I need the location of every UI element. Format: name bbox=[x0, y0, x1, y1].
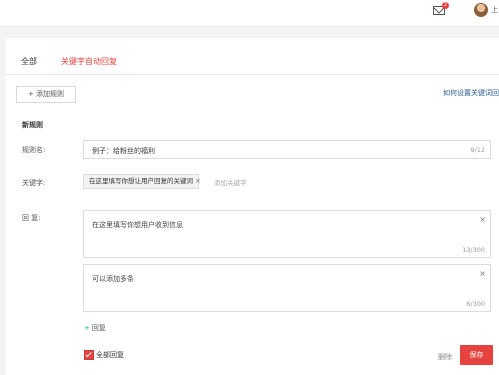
tab-bar: 全部 关键字自动回复 bbox=[6, 48, 499, 75]
reply-textarea-1[interactable]: 在这里填写你想用户收到信息 × 13/300 bbox=[83, 210, 491, 258]
add-reply-button[interactable]: + 回复 bbox=[84, 323, 106, 333]
close-icon[interactable]: × bbox=[479, 215, 486, 224]
reply-counter-1: 13/300 bbox=[462, 246, 485, 254]
tab-keyword-auto-reply[interactable]: 关键字自动回复 bbox=[61, 56, 117, 67]
reply-all-label[interactable]: 全部回复 bbox=[96, 350, 124, 360]
howto-link[interactable]: 如何设置关键词回 bbox=[443, 88, 499, 98]
reply-all-checkbox[interactable] bbox=[84, 350, 94, 360]
rule-name-label: 规则名: bbox=[22, 146, 46, 154]
add-keyword-input[interactable]: 添加关键字 bbox=[214, 177, 247, 187]
add-rule-button[interactable]: + 添加规则 bbox=[16, 86, 76, 103]
reply-text-2: 可以添加多条 bbox=[92, 275, 134, 283]
close-icon[interactable]: × bbox=[479, 269, 486, 278]
reply-text-1: 在这里填写你想用户收到信息 bbox=[92, 221, 183, 229]
delete-button[interactable]: 删除 bbox=[438, 352, 452, 362]
add-reply-label: 回复 bbox=[91, 324, 106, 332]
top-bar: 2 上 bbox=[0, 0, 499, 27]
mail-badge: 2 bbox=[442, 2, 449, 9]
reply-counter-2: 6/300 bbox=[466, 300, 485, 308]
section-title: 新规则 bbox=[22, 121, 43, 129]
tab-all[interactable]: 全部 bbox=[21, 56, 37, 67]
keyword-label: 关键字: bbox=[22, 179, 46, 187]
rule-name-input[interactable]: 例子：给粉丝的福利 9/12 bbox=[83, 140, 491, 159]
rule-name-value: 例子：给粉丝的福利 bbox=[92, 147, 155, 155]
keyword-tag: 在这里填写你想让用户回复的关键词 bbox=[83, 174, 199, 189]
avatar[interactable] bbox=[474, 3, 488, 17]
plus-icon: + bbox=[84, 324, 90, 332]
keyword-remove-icon[interactable]: × bbox=[195, 177, 201, 185]
content-panel bbox=[6, 38, 499, 375]
reply-label: 回 复: bbox=[22, 214, 41, 222]
rule-name-counter: 9/12 bbox=[470, 146, 485, 154]
reply-textarea-2[interactable]: 可以添加多条 × 6/300 bbox=[83, 264, 491, 312]
user-name[interactable]: 上 bbox=[491, 5, 498, 15]
save-button[interactable]: 保存 bbox=[460, 345, 493, 365]
